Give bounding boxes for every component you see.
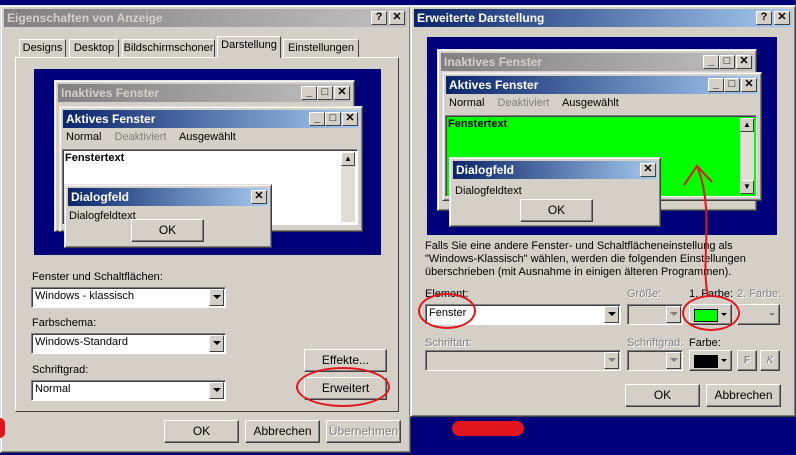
annotation-arrow: [683, 164, 713, 297]
tab-appearance[interactable]: Darstellung: [217, 36, 281, 58]
